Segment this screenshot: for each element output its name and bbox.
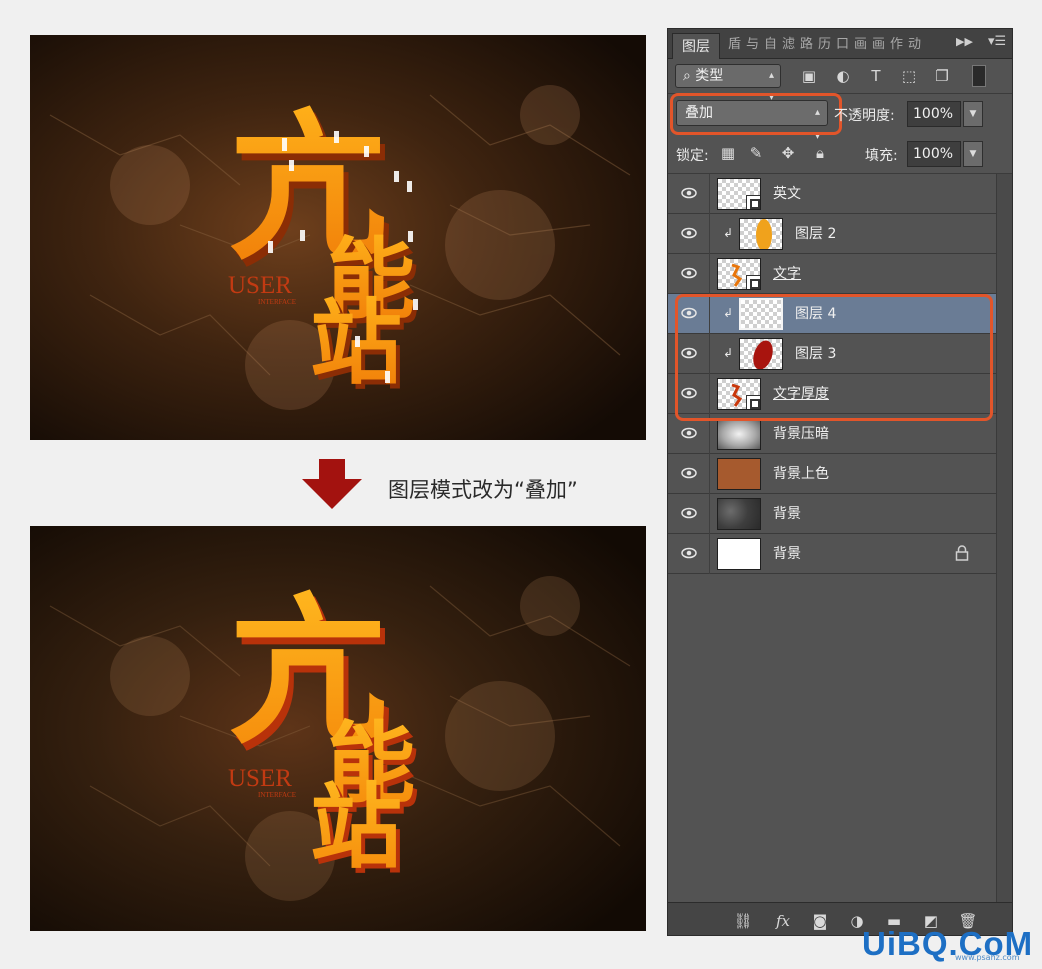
divider [709, 454, 710, 494]
tab-other[interactable]: 盾 [728, 37, 741, 53]
filter-kind-label: 类型 [695, 68, 724, 84]
eye-icon[interactable] [681, 546, 697, 560]
caption-text: 图层模式改为“叠加” [388, 478, 578, 502]
layer-row[interactable]: 背景上色 [668, 454, 996, 494]
layer-thumbnail[interactable] [739, 218, 783, 250]
panel-tab-bar: 图层 盾 与 自 滤 路 历 口 画 画 作 动 ▶▶ ▾☰ [668, 29, 1012, 59]
opacity-input[interactable]: 100% [907, 101, 961, 127]
lock-all-icon[interactable]: 🔒︎ [810, 143, 830, 163]
fill-dropdown-icon[interactable]: ▼ [963, 141, 983, 167]
divider [709, 214, 710, 254]
layer-name[interactable]: 背景 [773, 494, 801, 534]
layer-thumbnail[interactable] [717, 418, 761, 450]
tab-other[interactable]: 作 [890, 37, 903, 53]
layer-name[interactable]: 背景 [773, 534, 801, 574]
blend-mode-highlight [670, 93, 842, 135]
tab-other[interactable]: 与 [746, 37, 759, 53]
layer-thumbnail[interactable] [717, 538, 761, 570]
filter-kind-select[interactable]: ⌕ 类型 ▴ ▾ [675, 64, 781, 103]
tab-layers[interactable]: 图层 [672, 33, 720, 59]
lock-position-icon[interactable]: ✥ [778, 143, 798, 163]
divider [709, 254, 710, 294]
tab-overflow-icon[interactable]: ▶▶ [956, 35, 973, 48]
layer-name[interactable]: 背景上色 [773, 454, 829, 494]
layer-thumbnail[interactable] [717, 258, 761, 290]
divider [709, 534, 710, 574]
watermark-url: www.psahz.com [955, 953, 1020, 962]
tab-other[interactable]: 画 [872, 37, 885, 53]
tab-other[interactable]: 滤 [782, 37, 795, 53]
title-glyph-3: 站 [310, 773, 402, 881]
eye-icon[interactable] [681, 426, 697, 440]
filter-toggle[interactable] [972, 65, 986, 87]
artwork-before-canvas: 亢 亢 能 能 站 站 USER INTERFACE [30, 35, 646, 440]
tab-other[interactable]: 动 [908, 37, 921, 53]
shape-filter-icon[interactable]: ⬚ [898, 65, 920, 87]
divider [709, 494, 710, 534]
tab-other[interactable]: 口 [836, 37, 849, 53]
clipping-mask-icon: ↲ [723, 226, 734, 240]
mask-icon[interactable]: ◙ [809, 911, 831, 931]
lock-pixels-icon[interactable]: ✎ [746, 143, 766, 163]
artwork-after-canvas: 亢 亢 能 能 站 站 USER INTERFACE [30, 526, 646, 931]
image-filter-icon[interactable]: ▣ [798, 65, 820, 87]
layer-name[interactable]: 英文 [773, 174, 801, 214]
eye-icon[interactable] [681, 226, 697, 240]
layer-row[interactable]: 背景 [668, 534, 996, 574]
interface-text: INTERFACE [258, 791, 296, 799]
user-text: USER [228, 272, 292, 299]
layer-name[interactable]: 图层 2 [795, 214, 836, 254]
tab-other[interactable]: 自 [764, 37, 777, 53]
fill-input[interactable]: 100% [907, 141, 961, 167]
opacity-dropdown-icon[interactable]: ▼ [963, 101, 983, 127]
link-layers-icon[interactable]: ⛓ [732, 911, 754, 931]
lock-transparency-icon[interactable]: ▦ [718, 143, 738, 163]
layer-row[interactable]: 文字 [668, 254, 996, 294]
adjustment-filter-icon[interactable]: ◐ [832, 65, 854, 87]
eye-icon[interactable] [681, 506, 697, 520]
smart-object-badge-icon [746, 195, 760, 209]
layer-thumbnail[interactable] [717, 178, 761, 210]
artwork-before: 亢 亢 能 能 站 站 USER INTERFACE [30, 35, 646, 440]
layer-thumbnail[interactable] [717, 498, 761, 530]
layers-scrollbar[interactable] [996, 174, 1012, 902]
user-text: USER [228, 765, 292, 792]
layer-name[interactable]: 文字 [773, 254, 801, 294]
layers-panel: 图层 盾 与 自 滤 路 历 口 画 画 作 动 ▶▶ ▾☰ ⌕ 类型 ▴ ▾ ▣… [667, 28, 1013, 936]
arrow-down-icon [302, 459, 362, 509]
layer-thumbnail[interactable] [717, 458, 761, 490]
fx-icon[interactable]: fx [772, 911, 794, 931]
layer-row[interactable]: 背景 [668, 494, 996, 534]
layer-group-highlight [675, 294, 993, 421]
tab-other[interactable]: 历 [818, 37, 831, 53]
eye-icon[interactable] [681, 186, 697, 200]
search-icon: ⌕ [683, 68, 691, 84]
orange-brush-thumbnail [756, 219, 772, 249]
artwork-after: 亢 亢 能 能 站 站 USER INTERFACE [30, 526, 646, 931]
eye-icon[interactable] [681, 266, 697, 280]
layer-filter-row: ⌕ 类型 ▴ ▾ ▣ ◐ T ⬚ ❐ [668, 59, 1012, 103]
layer-row[interactable]: ↲ 图层 2 [668, 214, 996, 254]
tab-other[interactable]: 画 [854, 37, 867, 53]
divider [709, 174, 710, 214]
type-filter-icon[interactable]: T [865, 65, 887, 87]
lock-label: 锁定: [676, 148, 709, 164]
panel-menu-icon[interactable]: ▾☰ [988, 34, 1006, 49]
tab-other[interactable]: 路 [800, 37, 813, 53]
eye-icon[interactable] [681, 466, 697, 480]
opacity-label: 不透明度: [834, 108, 895, 124]
interface-text: INTERFACE [258, 298, 296, 306]
smart-object-filter-icon[interactable]: ❐ [931, 65, 953, 87]
lock-icon [955, 545, 969, 561]
layer-row[interactable]: 英文 [668, 174, 996, 214]
smart-object-badge-icon [746, 275, 760, 289]
fill-label: 填充: [865, 148, 898, 164]
